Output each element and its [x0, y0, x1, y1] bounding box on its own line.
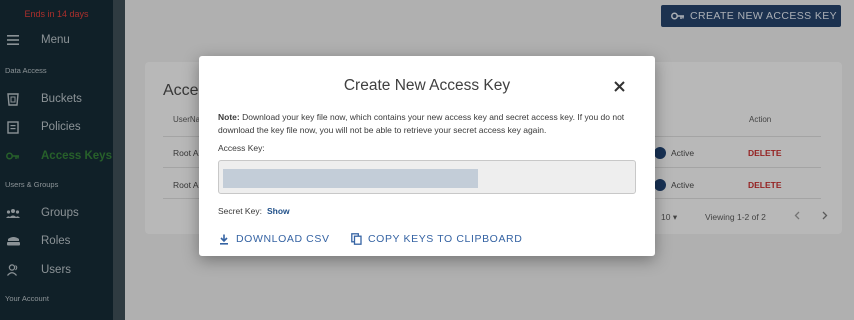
download-csv-label: DOWNLOAD CSV — [236, 233, 330, 245]
access-key-value-masked — [223, 169, 478, 188]
close-icon[interactable] — [611, 78, 627, 94]
copy-keys-button[interactable]: COPY KEYS TO CLIPBOARD — [351, 233, 522, 245]
note-text: Download your key file now, which contai… — [218, 112, 625, 135]
note-label: Note: — [218, 112, 240, 122]
secret-key-label: Secret Key: — [218, 206, 262, 216]
download-csv-button[interactable]: DOWNLOAD CSV — [219, 233, 330, 245]
create-access-key-dialog: Create New Access Key Note: Download you… — [199, 56, 655, 256]
copy-keys-label: COPY KEYS TO CLIPBOARD — [368, 233, 523, 245]
access-key-label: Access Key: — [218, 143, 265, 153]
access-key-field[interactable] — [218, 160, 636, 194]
show-secret-key-link[interactable]: Show — [267, 206, 290, 216]
copy-icon — [351, 233, 363, 245]
dialog-note: Note: Download your key file now, which … — [218, 111, 638, 137]
dialog-title: Create New Access Key — [343, 77, 511, 94]
download-icon — [219, 233, 231, 245]
